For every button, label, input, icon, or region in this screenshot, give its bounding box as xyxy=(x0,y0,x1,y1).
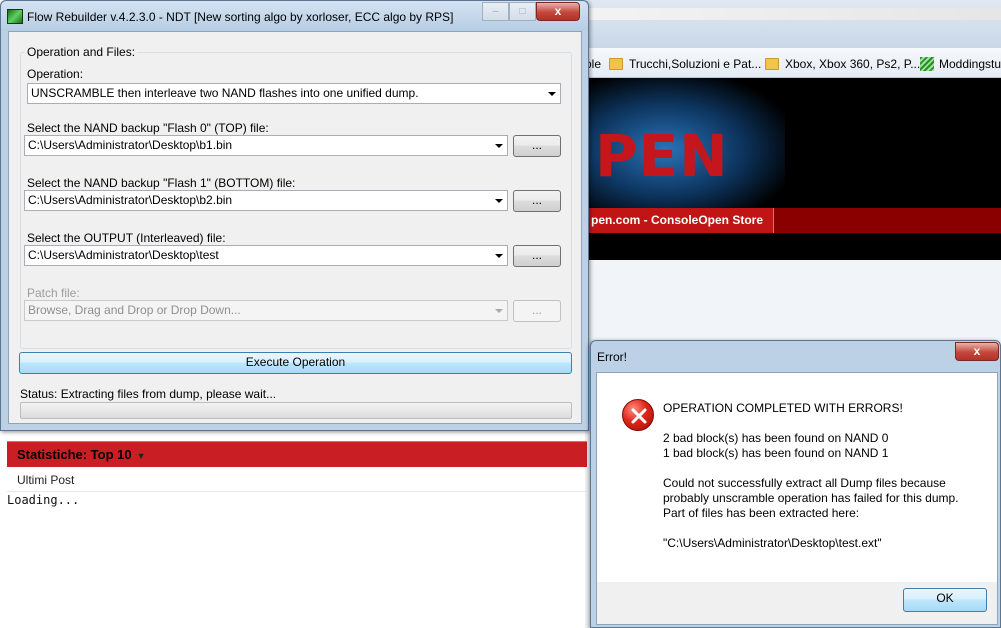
patch-input: Browse, Drag and Drop or Drop Down... xyxy=(24,300,508,321)
bookmark-label: Trucchi,Soluzioni e Pat... xyxy=(629,57,762,71)
bookmark-label: Moddingstu xyxy=(939,57,1001,71)
stats-bar[interactable]: Statistiche: Top 10 ▼ xyxy=(7,441,587,467)
error-para-3: Part of files has been extracted here: xyxy=(663,506,860,520)
error-heading: OPERATION COMPLETED WITH ERRORS! xyxy=(663,401,903,415)
browse-output-button[interactable]: ... xyxy=(513,245,561,267)
title-bar[interactable]: Flow Rebuilder v.4.2.3.0 - NDT [New sort… xyxy=(1,1,588,31)
chevron-down-icon[interactable] xyxy=(495,254,503,258)
close-button[interactable]: x xyxy=(536,2,580,21)
site-nav: pen.com - ConsoleOpen Store xyxy=(585,208,1001,233)
banner-logo: PEN xyxy=(595,122,729,190)
bookmark-item-moddingstu[interactable]: Moddingstu xyxy=(920,56,1001,72)
operation-value: UNSCRAMBLE then interleave two NAND flas… xyxy=(31,86,419,100)
output-value: C:\Users\Administrator\Desktop\test xyxy=(28,248,219,262)
error-icon xyxy=(622,399,654,431)
ultimi-post-tab[interactable]: Ultimi Post xyxy=(17,473,74,487)
error-message-area: OPERATION COMPLETED WITH ERRORS! 2 bad b… xyxy=(597,373,997,582)
progress-bar xyxy=(20,402,572,419)
operation-label: Operation: xyxy=(27,67,84,81)
nav-item-store[interactable]: pen.com - ConsoleOpen Store xyxy=(585,208,775,233)
site-icon xyxy=(920,57,934,71)
error-line-2: 1 bad block(s) has been found on NAND 1 xyxy=(663,446,889,460)
browse-flash0-button[interactable]: ... xyxy=(513,135,561,157)
error-para-2: probably unscramble operation has failed… xyxy=(663,491,959,505)
chevron-down-icon[interactable] xyxy=(495,199,503,203)
ok-button[interactable]: OK xyxy=(903,588,987,612)
error-dialog-title: Error! xyxy=(597,350,627,364)
stats-title: Statistiche: Top 10 ▼ xyxy=(17,447,146,462)
flash1-label: Select the NAND backup "Flash 1" (BOTTOM… xyxy=(27,176,296,190)
chevron-down-icon[interactable] xyxy=(495,144,503,148)
output-input[interactable]: C:\Users\Administrator\Desktop\test xyxy=(24,245,508,266)
browser-tab[interactable] xyxy=(585,8,1001,20)
execute-operation-button[interactable]: Execute Operation xyxy=(19,352,572,374)
flow-rebuilder-window: Flow Rebuilder v.4.2.3.0 - NDT [New sort… xyxy=(0,0,589,431)
folder-icon xyxy=(765,58,779,70)
error-path: "C:\Users\Administrator\Desktop\test.ext… xyxy=(663,536,882,550)
group-label: Operation and Files: xyxy=(25,45,138,59)
chevron-down-icon xyxy=(495,309,503,313)
browser-tab-strip xyxy=(585,0,1001,48)
browse-flash1-button[interactable]: ... xyxy=(513,190,561,212)
browse-patch-button: ... xyxy=(513,300,561,322)
minimize-button[interactable]: – xyxy=(482,2,509,21)
patch-placeholder: Browse, Drag and Drop or Drop Down... xyxy=(28,303,241,317)
patch-label: Patch file: xyxy=(27,286,80,300)
bookmark-item-trucchi[interactable]: Trucchi,Soluzioni e Pat... xyxy=(609,56,761,72)
folder-icon xyxy=(609,58,623,70)
chevron-down-icon xyxy=(548,92,556,96)
site-banner: PEN xyxy=(585,78,1001,208)
bookmark-item-xbox[interactable]: Xbox, Xbox 360, Ps2, P... xyxy=(765,56,920,72)
error-line-1: 2 bad block(s) has been found on NAND 0 xyxy=(663,431,889,445)
error-dialog-client: OPERATION COMPLETED WITH ERRORS! 2 bad b… xyxy=(596,372,998,625)
error-para-1: Could not successfully extract all Dump … xyxy=(663,476,946,490)
app-icon xyxy=(7,9,23,24)
flash1-value: C:\Users\Administrator\Desktop\b2.bin xyxy=(28,193,233,207)
bookmark-label: Xbox, Xbox 360, Ps2, P... xyxy=(785,57,921,71)
chevron-down-icon[interactable]: ▼ xyxy=(137,451,146,461)
operation-select[interactable]: UNSCRAMBLE then interleave two NAND flas… xyxy=(27,83,561,104)
maximize-button[interactable]: □ xyxy=(509,2,536,21)
close-button[interactable]: x xyxy=(955,342,999,361)
output-label: Select the OUTPUT (Interleaved) file: xyxy=(27,231,226,245)
divider xyxy=(7,491,587,492)
flash0-label: Select the NAND backup "Flash 0" (TOP) f… xyxy=(27,121,269,135)
window-title: Flow Rebuilder v.4.2.3.0 - NDT [New sort… xyxy=(27,10,454,24)
flash0-input[interactable]: C:\Users\Administrator\Desktop\b1.bin xyxy=(24,135,508,156)
error-dialog: Error! x OPERATION COMPLETED WITH ERRORS… xyxy=(590,340,1001,628)
window-client: Operation and Files: Operation: UNSCRAMB… xyxy=(8,31,582,424)
status-text: Status: Extracting files from dump, plea… xyxy=(20,387,277,401)
flash1-input[interactable]: C:\Users\Administrator\Desktop\b2.bin xyxy=(24,190,508,211)
site-dark-band xyxy=(585,233,1001,260)
bookmarks-bar: ole Trucchi,Soluzioni e Pat... Xbox, Xbo… xyxy=(585,48,1001,78)
flash0-value: C:\Users\Administrator\Desktop\b1.bin xyxy=(28,138,233,152)
loading-text: Loading... xyxy=(7,493,80,507)
